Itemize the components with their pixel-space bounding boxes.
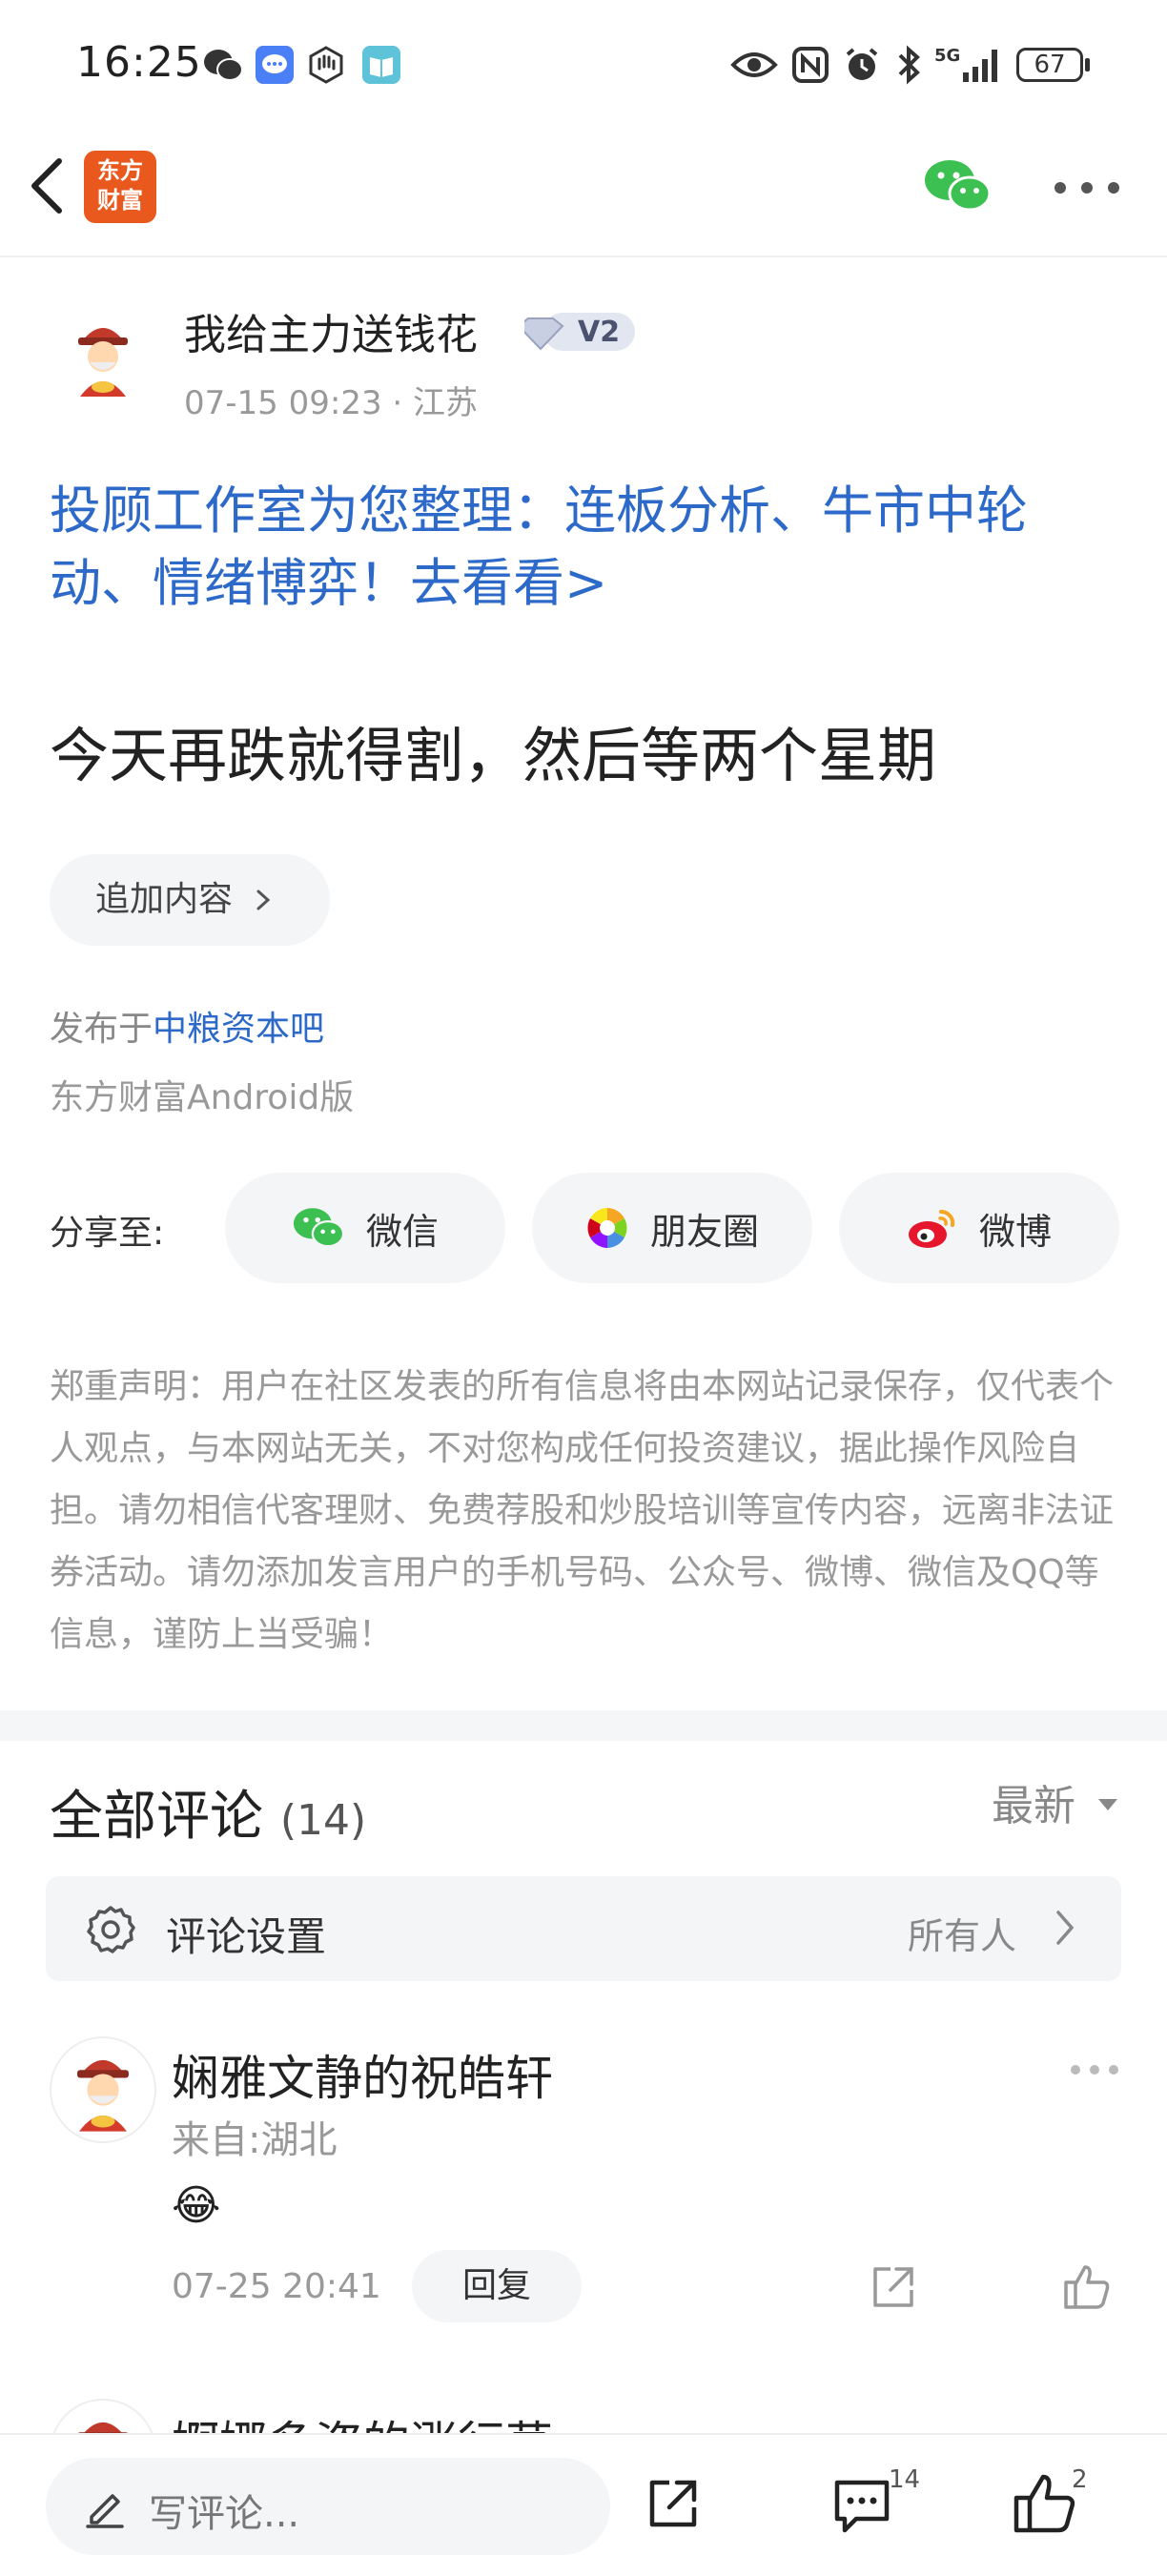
share-weibo-label: 微博 [978,1210,1052,1253]
sort-label: 最新 [992,1782,1075,1830]
comment-more-icon[interactable] [1070,2063,1119,2076]
svg-text:5G: 5G [934,46,960,66]
eye-icon [730,52,778,77]
logo-line-1: 东方 [97,157,143,184]
gear-icon [87,1906,135,1953]
level-badge: V2 [524,313,635,351]
like-icon[interactable] [1013,2471,1077,2534]
battery-tip [1085,58,1090,72]
logo-line-2: 财富 [97,187,143,214]
status-bar: 16:25 5G 67 [0,0,1167,133]
caret-down-icon [1098,1799,1117,1810]
reply-button[interactable]: 回复 [412,2250,582,2322]
like-count-badge: 2 [1072,2465,1088,2494]
wechat-icon [204,50,243,81]
forward-icon[interactable] [645,2475,702,2532]
share-wechat-button[interactable]: 微信 [225,1173,505,1283]
promo-link[interactable]: 投顾工作室为您整理：连板分析、牛市中轮动、情绪博弈！去看看> [50,475,1127,620]
moments-icon [586,1208,627,1248]
share-label: 分享至: [50,1214,165,1253]
share-wechat-label: 微信 [365,1210,439,1253]
share-moments-button[interactable]: 朋友圈 [532,1173,812,1283]
more-options-icon[interactable] [1054,181,1120,194]
commenter-avatar[interactable] [50,2036,156,2143]
post-meta: 07-15 09:23 · 江苏 [184,384,479,422]
comment-time: 07-25 20:41 [172,2267,381,2306]
wechat-share-icon[interactable] [923,157,992,215]
pencil-icon [86,2494,124,2528]
weibo-icon [908,1209,955,1248]
append-content-label: 追加内容 [95,880,234,919]
level-badge-text: V2 [578,316,620,349]
wechat-icon [293,1208,345,1248]
author-name[interactable]: 我给主力送钱花 [184,300,478,361]
comment-icon[interactable] [831,2477,892,2536]
comments-count: (14) [279,1796,367,1845]
disclaimer: 郑重声明：用户在社区发表的所有信息将由本网站记录保存，仅代表个人观点，与本网站无… [50,1367,1115,1654]
header-divider [0,256,1167,257]
append-content-button[interactable]: 追加内容 [50,854,330,946]
share-weibo-button[interactable]: 微博 [839,1173,1119,1283]
thumbs-up-icon[interactable] [1062,2261,1112,2311]
comment-settings-value: 所有人 [908,1915,1017,1957]
signal-5g-icon: 5G [934,46,997,82]
app-logo: 东方 财富 [84,151,156,223]
reader-icon [362,46,400,84]
share-icon[interactable] [870,2263,917,2311]
write-comment-input[interactable] [46,2458,610,2555]
chevron-right-icon [256,889,271,910]
back-arrow-icon[interactable] [27,157,65,215]
author-avatar[interactable] [53,307,153,406]
section-divider [0,1710,1167,1741]
alarm-icon [846,48,878,80]
chevron-right-icon [1056,1911,1075,1945]
chat-app-icon [256,46,294,84]
nfc-icon [792,47,829,83]
commenter-name[interactable]: 娴雅文静的祝皓轩 [172,2040,553,2109]
battery-icon: 67 [1016,48,1083,82]
comment-emoji: 😂 [172,2181,221,2230]
comments-title: 全部评论 (14) [50,1773,366,1850]
post-content: 今天再跌就得割，然后等两个星期 [50,721,937,790]
write-comment-placeholder: 写评论... [149,2492,300,2536]
share-moments-label: 朋友圈 [649,1210,759,1253]
commenter-location: 来自:湖北 [172,2118,338,2162]
hand-icon [309,46,343,84]
published-in: 发布于中粮资本吧 [50,1001,324,1051]
sort-dropdown[interactable]: 最新 [992,1771,1119,1832]
comments-title-text: 全部评论 [50,1786,263,1848]
client-source: 东方财富Android版 [50,1078,355,1117]
published-prefix: 发布于 [50,1010,154,1049]
status-time: 16:25 [76,38,202,87]
comment-settings-label: 评论设置 [166,1913,327,1960]
forum-link[interactable]: 中粮资本吧 [153,1010,324,1049]
bluetooth-icon [898,45,920,85]
comment-count-badge: 14 [889,2465,921,2494]
